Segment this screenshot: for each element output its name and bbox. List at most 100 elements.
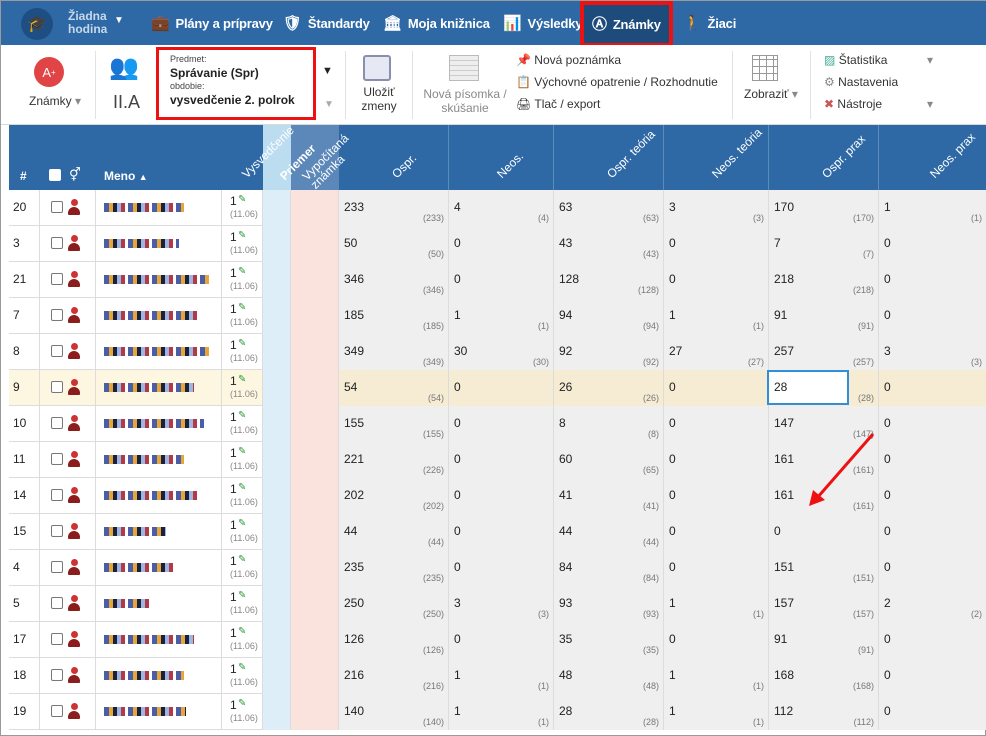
table-row[interactable]: 21 1 ✎ (11.06) 346 (346) 0 128 (128) 0 218 (218) 0 (9, 262, 986, 298)
data-cell[interactable]: 93 (93) (554, 586, 664, 622)
student-name-cell[interactable] (96, 478, 222, 514)
vysvedcenie-cell[interactable]: 1 ✎ (11.06) (222, 622, 263, 658)
student-icon[interactable] (67, 703, 81, 719)
row-checkbox[interactable] (51, 705, 63, 717)
row-checkbox[interactable] (51, 345, 63, 357)
new-note-button[interactable]: 📌 Nová poznámka (516, 53, 621, 67)
vysvedcenie-cell[interactable]: 1 ✎ (11.06) (222, 658, 263, 694)
data-cell[interactable]: 112 (112) (769, 694, 879, 730)
student-icon[interactable] (67, 307, 81, 323)
data-cell[interactable]: 0 (879, 406, 986, 442)
vysvedcenie-cell[interactable]: 1 ✎ (11.06) (222, 262, 263, 298)
new-test-button[interactable]: Nová písomka / skúšanie (421, 87, 509, 115)
table-row[interactable]: 4 1 ✎ (11.06) 235 (235) 0 84 (84) 0 151 (151) 0 (9, 550, 986, 586)
nav-znamky[interactable]: Ⓐ Známky (580, 1, 673, 47)
data-cell[interactable]: 202 (202) (339, 478, 449, 514)
table-row[interactable]: 3 1 ✎ (11.06) 50 (50) 0 43 (43) 0 7 (7) 0 (9, 226, 986, 262)
grade-a-plus-icon[interactable]: A + (34, 57, 64, 87)
student-icon[interactable] (67, 451, 81, 467)
student-name-cell[interactable] (96, 334, 222, 370)
data-cell[interactable]: 0 (879, 622, 986, 658)
data-cell[interactable]: 2 (2) (879, 586, 986, 622)
row-checkbox[interactable] (51, 381, 63, 393)
data-cell[interactable]: 168 (168) (769, 658, 879, 694)
data-cell[interactable]: 0 (879, 478, 986, 514)
data-cell[interactable]: 41 (41) (554, 478, 664, 514)
znamky-menu[interactable]: Známky ▾ (29, 94, 81, 108)
data-cell[interactable]: 128 (128) (554, 262, 664, 298)
data-cell[interactable]: 0 (664, 442, 769, 478)
data-cell[interactable]: 218 (218) (769, 262, 879, 298)
settings-menu[interactable]: ⚙ Nastavenia (824, 75, 898, 89)
vysvedcenie-cell[interactable]: 1 ✎ (11.06) (222, 694, 263, 730)
row-checkbox[interactable] (51, 597, 63, 609)
data-cell[interactable]: 28 (28) (767, 370, 879, 406)
save-button[interactable]: Uložiť zmeny (359, 85, 399, 113)
student-icon[interactable] (67, 667, 81, 683)
data-cell[interactable]: 0 (449, 406, 554, 442)
chevron-down-icon[interactable]: ▼ (114, 15, 124, 26)
data-cell[interactable]: 0 (664, 514, 769, 550)
table-row[interactable]: 8 1 ✎ (11.06) 349 (349) 30 (30) 92 (92) 27 (27) 257 (… (9, 334, 986, 370)
data-cell[interactable]: 0 (449, 514, 554, 550)
student-icon[interactable] (67, 343, 81, 359)
data-cell[interactable]: 126 (126) (339, 622, 449, 658)
student-name-cell[interactable] (96, 658, 222, 694)
student-icon[interactable] (67, 199, 81, 215)
view-menu[interactable]: Zobraziť ▾ (744, 87, 798, 101)
data-cell[interactable]: 0 (879, 694, 986, 730)
nav-vysledky[interactable]: 📊 Výsledky (503, 1, 582, 45)
vysvedcenie-cell[interactable]: 1 ✎ (11.06) (222, 586, 263, 622)
data-cell[interactable]: 44 (44) (554, 514, 664, 550)
student-name-cell[interactable] (96, 406, 222, 442)
row-checkbox[interactable] (51, 669, 63, 681)
data-cell[interactable]: 233 (233) (339, 190, 449, 226)
data-cell[interactable]: 1 (1) (664, 298, 769, 334)
statistics-menu[interactable]: ▨ Štatistika ▾ (824, 53, 933, 67)
data-cell[interactable]: 157 (157) (769, 586, 879, 622)
data-cell[interactable]: 0 (449, 550, 554, 586)
data-cell[interactable]: 221 (226) (339, 442, 449, 478)
data-cell[interactable]: 0 (879, 226, 986, 262)
header-neos-[interactable]: Neos. (494, 149, 526, 181)
lesson-selector[interactable]: Žiadna hodina (68, 10, 114, 36)
header-ospr-te-ria[interactable]: Ospr. teória (604, 127, 658, 181)
data-cell[interactable]: 185 (185) (339, 298, 449, 334)
table-row[interactable]: 7 1 ✎ (11.06) 185 (185) 1 (1) 94 (94) 1 (1) 91 (91) 0 (9, 298, 986, 334)
data-cell[interactable]: 346 (346) (339, 262, 449, 298)
row-checkbox[interactable] (51, 273, 63, 285)
student-icon[interactable] (67, 523, 81, 539)
data-cell[interactable]: 0 (879, 658, 986, 694)
data-cell[interactable]: 257 (257) (769, 334, 879, 370)
nav-standardy[interactable]: 🛡 Štandardy (283, 1, 370, 45)
row-checkbox[interactable] (51, 237, 63, 249)
gender-icon[interactable]: ⚥ (69, 167, 81, 183)
student-icon[interactable] (67, 595, 81, 611)
school-logo-icon[interactable]: 🎓 (21, 8, 53, 40)
educational-measure-button[interactable]: 📋 Výchovné opatrenie / Rozhodnutie (516, 75, 718, 89)
row-checkbox[interactable] (51, 201, 63, 213)
table-row[interactable]: 20 1 ✎ (11.06) 233 (233) 4 (4) 63 (63) 3 (3) 170 (170… (9, 190, 986, 226)
data-cell[interactable]: 1 (1) (879, 190, 986, 226)
data-cell[interactable]: 84 (84) (554, 550, 664, 586)
table-row[interactable]: 19 1 ✎ (11.06) 140 (140) 1 (1) 28 (28) 1 (1) 112 (112… (9, 694, 986, 730)
table-row[interactable]: 5 1 ✎ (11.06) 250 (250) 3 (3) 93 (93) 1 (1) 157 (157)… (9, 586, 986, 622)
data-cell[interactable]: 4 (4) (449, 190, 554, 226)
nav-ziaci[interactable]: 🚶 Žiaci (683, 1, 736, 45)
data-cell[interactable]: 54 (54) (339, 370, 449, 406)
data-cell[interactable]: 0 (449, 622, 554, 658)
data-cell[interactable]: 44 (44) (339, 514, 449, 550)
data-cell[interactable]: 1 (1) (449, 694, 554, 730)
obdobie-value[interactable]: vysvedčenie 2. polrok (170, 92, 313, 108)
student-name-cell[interactable] (96, 262, 222, 298)
vysvedcenie-cell[interactable]: 1 ✎ (11.06) (222, 226, 263, 262)
data-cell[interactable]: 0 (449, 262, 554, 298)
table-row[interactable]: 17 1 ✎ (11.06) 126 (126) 0 35 (35) 0 91 (91) 0 (9, 622, 986, 658)
student-name-cell[interactable] (96, 622, 222, 658)
data-cell[interactable]: 0 (449, 226, 554, 262)
data-cell[interactable]: 50 (50) (339, 226, 449, 262)
vysvedcenie-cell[interactable]: 1 ✎ (11.06) (222, 442, 263, 478)
student-name-cell[interactable] (96, 586, 222, 622)
student-icon[interactable] (67, 379, 81, 395)
data-cell[interactable]: 3 (3) (664, 190, 769, 226)
